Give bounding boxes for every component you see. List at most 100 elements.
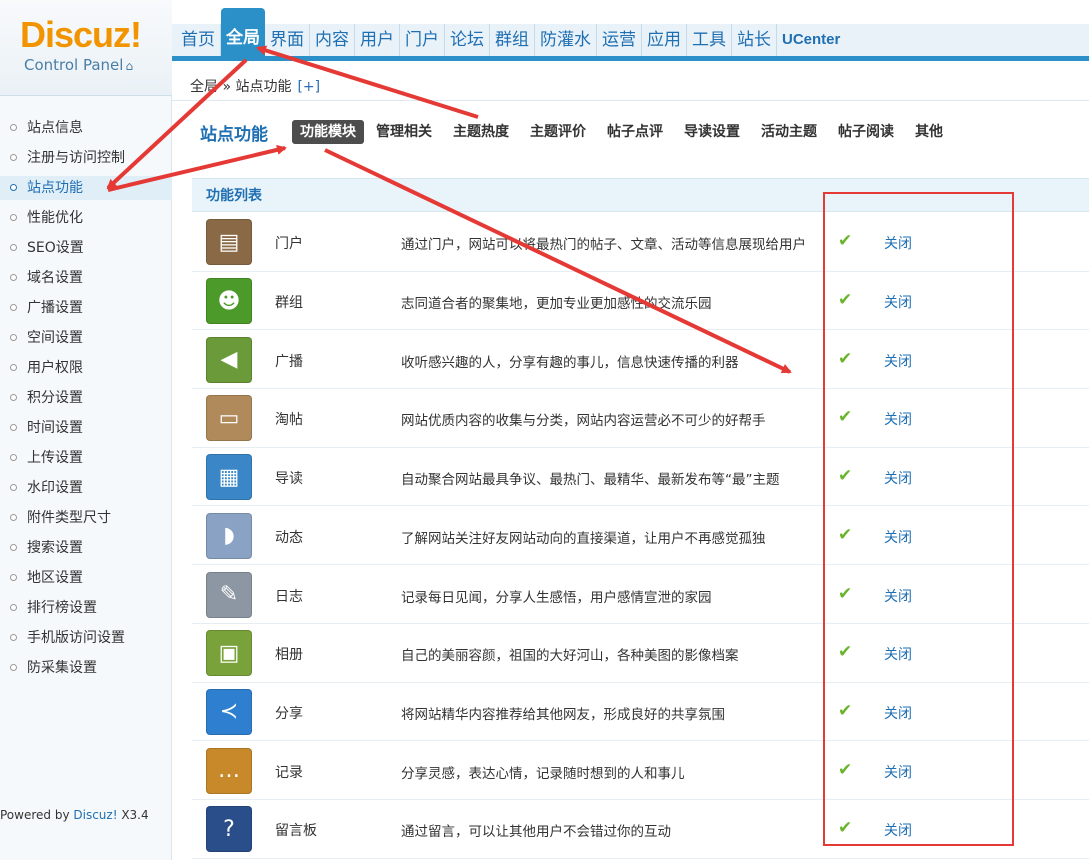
- nav-item-9[interactable]: 运营: [597, 24, 642, 56]
- feature-name: 动态: [275, 529, 303, 546]
- tab-0[interactable]: 功能模块: [292, 120, 364, 144]
- bullet-icon: [10, 334, 17, 341]
- megaphone-icon: ◀: [206, 336, 252, 383]
- tab-5[interactable]: 导读设置: [684, 120, 740, 144]
- group-icon: ☻: [206, 278, 252, 325]
- bullet-icon: [10, 214, 17, 221]
- feature-name: 广播: [275, 353, 303, 370]
- sidebar-item-15[interactable]: 地区设置: [0, 566, 172, 590]
- sidebar-item-label: 防采集设置: [27, 660, 97, 676]
- nav-item-2[interactable]: 界面: [265, 24, 310, 56]
- bullet-icon: [10, 664, 17, 671]
- sidebar-item-14[interactable]: 搜索设置: [0, 536, 172, 560]
- bullet-icon: [10, 394, 17, 401]
- tray-icon: ▭: [206, 395, 252, 442]
- logo[interactable]: Discuz! Control Panel ⌂: [0, 0, 172, 96]
- powered-brand-link[interactable]: Discuz!: [73, 808, 117, 822]
- guestbook-icon: ?: [206, 806, 252, 853]
- sidebar-item-label: 性能优化: [27, 210, 83, 226]
- nav-item-8[interactable]: 防灌水: [535, 24, 597, 56]
- album-icon: ▣: [206, 630, 252, 677]
- sidebar-item-5[interactable]: 域名设置: [0, 266, 172, 290]
- nav-item-4[interactable]: 用户: [355, 24, 400, 56]
- sidebar-item-9[interactable]: 积分设置: [0, 386, 172, 410]
- sidebar-item-18[interactable]: 防采集设置: [0, 656, 172, 680]
- share-icon: ≺: [206, 688, 252, 735]
- nav-item-10[interactable]: 应用: [642, 24, 687, 56]
- sidebar-item-label: 地区设置: [27, 570, 83, 586]
- feature-name: 分享: [275, 705, 303, 722]
- sidebar-item-label: 时间设置: [27, 420, 83, 436]
- tab-4[interactable]: 帖子点评: [607, 120, 663, 144]
- bullet-icon: [10, 604, 17, 611]
- nav-item-12[interactable]: 站长: [732, 24, 777, 56]
- nav-item-5[interactable]: 门户: [400, 24, 445, 56]
- feature-name: 留言板: [275, 823, 317, 840]
- sidebar-item-1[interactable]: 注册与访问控制: [0, 146, 172, 170]
- bullet-icon: [10, 454, 17, 461]
- tab-6[interactable]: 活动主题: [761, 120, 817, 144]
- sidebar-item-11[interactable]: 上传设置: [0, 446, 172, 470]
- feature-description: 自动聚合网站最具争议、最热门、最精华、最新发布等“最”主题: [401, 472, 780, 489]
- powered-version: X3.4: [117, 808, 149, 822]
- section-title: 站点功能: [200, 125, 268, 145]
- sidebar-item-6[interactable]: 广播设置: [0, 296, 172, 320]
- feature-name: 门户: [275, 236, 303, 253]
- sidebar-item-16[interactable]: 排行榜设置: [0, 596, 172, 620]
- feature-name: 日志: [275, 588, 303, 605]
- sidebar-item-label: 积分设置: [27, 390, 83, 406]
- sidebar-item-10[interactable]: 时间设置: [0, 416, 172, 440]
- bullet-icon: [10, 184, 17, 191]
- rss-icon: ◗: [206, 512, 252, 559]
- bullet-icon: [10, 244, 17, 251]
- top-nav: 首页 全局 界面 内容 用户 门户 论坛 群组 防灌水 运营 应用 工具 站长 UCenter: [176, 8, 845, 56]
- feature-description: 通过留言，可以让其他用户不会错过你的互动: [401, 824, 671, 841]
- breadcrumb-text: 全局 » 站点功能: [190, 79, 292, 95]
- sidebar-item-17[interactable]: 手机版访问设置: [0, 626, 172, 650]
- feature-name: 记录: [275, 764, 303, 781]
- sidebar-item-label: 附件类型尺寸: [27, 510, 111, 526]
- breadcrumb-add-button[interactable]: [+]: [297, 79, 320, 95]
- feature-name: 淘帖: [275, 412, 303, 429]
- feature-name: 群组: [275, 295, 303, 312]
- nav-item-0[interactable]: 首页: [176, 24, 221, 56]
- sidebar-item-7[interactable]: 空间设置: [0, 326, 172, 350]
- feature-description: 了解网站关注好友网站动向的直接渠道，让用户不再感觉孤独: [401, 530, 766, 547]
- feature-description: 网站优质内容的收集与分类，网站内容运营必不可少的好帮手: [401, 413, 766, 430]
- nav-item-6[interactable]: 论坛: [445, 24, 490, 56]
- breadcrumb: 全局 » 站点功能 [+]: [190, 76, 320, 96]
- sidebar-item-0[interactable]: 站点信息: [0, 116, 172, 140]
- sidebar-item-label: 站点功能: [27, 180, 83, 196]
- bullet-icon: [10, 364, 17, 371]
- feature-description: 将网站精华内容推荐给其他网友，形成良好的共享氛围: [401, 706, 725, 723]
- sidebar-item-2[interactable]: 站点功能: [0, 176, 172, 200]
- bullet-icon: [10, 274, 17, 281]
- sidebar-item-label: 排行榜设置: [27, 600, 97, 616]
- nav-item-13[interactable]: UCenter: [777, 24, 845, 56]
- sidebar-item-13[interactable]: 附件类型尺寸: [0, 506, 172, 530]
- powered-by: Powered by Discuz! X3.4: [0, 808, 149, 822]
- tab-1[interactable]: 管理相关: [376, 120, 432, 144]
- tab-7[interactable]: 帖子阅读: [838, 120, 894, 144]
- sidebar-item-3[interactable]: 性能优化: [0, 206, 172, 230]
- logo-brand: Discuz!: [20, 14, 142, 55]
- bullet-icon: [10, 574, 17, 581]
- nav-item-3[interactable]: 内容: [310, 24, 355, 56]
- sidebar-item-8[interactable]: 用户权限: [0, 356, 172, 380]
- tab-8[interactable]: 其他: [915, 120, 943, 144]
- nav-item-1[interactable]: 全局: [221, 8, 265, 56]
- nav-item-11[interactable]: 工具: [687, 24, 732, 56]
- bullet-icon: [10, 424, 17, 431]
- sidebar-item-12[interactable]: 水印设置: [0, 476, 172, 500]
- sidebar-item-label: 用户权限: [27, 360, 83, 376]
- sidebar-item-label: 水印设置: [27, 480, 83, 496]
- sidebar-item-label: 注册与访问控制: [27, 150, 125, 166]
- annotation-box: [823, 192, 1014, 846]
- bullet-icon: [10, 514, 17, 521]
- tab-2[interactable]: 主题热度: [453, 120, 509, 144]
- sidebar-item-4[interactable]: SEO设置: [0, 236, 172, 260]
- feature-description: 记录每日见闻，分享人生感悟，用户感情宣泄的家园: [401, 589, 712, 606]
- feature-description: 分享灵感，表达心情，记录随时想到的人和事儿: [401, 765, 685, 782]
- nav-item-7[interactable]: 群组: [490, 24, 535, 56]
- tab-3[interactable]: 主题评价: [530, 120, 586, 144]
